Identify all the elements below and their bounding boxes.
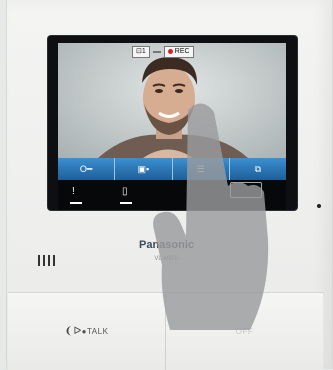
status-badge [152,51,161,53]
alert-icon[interactable]: ! [72,186,75,197]
talk-button[interactable]: ❨ᐅ ●TALK [8,293,166,370]
talk-icon: ❨ᐅ [64,326,82,337]
channel-number: 1 [141,48,146,55]
alert-underline [70,202,82,204]
talk-label: ●TALK [81,327,109,336]
split-screen-icon: ▣▪ [137,163,150,174]
rec-label: REC [174,48,190,55]
document-underline [120,202,132,204]
indicator-led [317,204,321,208]
status-bar: ⊡1 REC [132,46,194,58]
pointing-hand-icon [153,103,269,330]
rec-indicator: REC [163,46,194,58]
key-button[interactable]: O━ [58,158,116,180]
key-icon: O━ [79,163,93,174]
document-icon[interactable]: ▯ [122,186,128,197]
channel-indicator: ⊡1 [132,46,150,58]
rec-dot-icon [167,48,173,54]
